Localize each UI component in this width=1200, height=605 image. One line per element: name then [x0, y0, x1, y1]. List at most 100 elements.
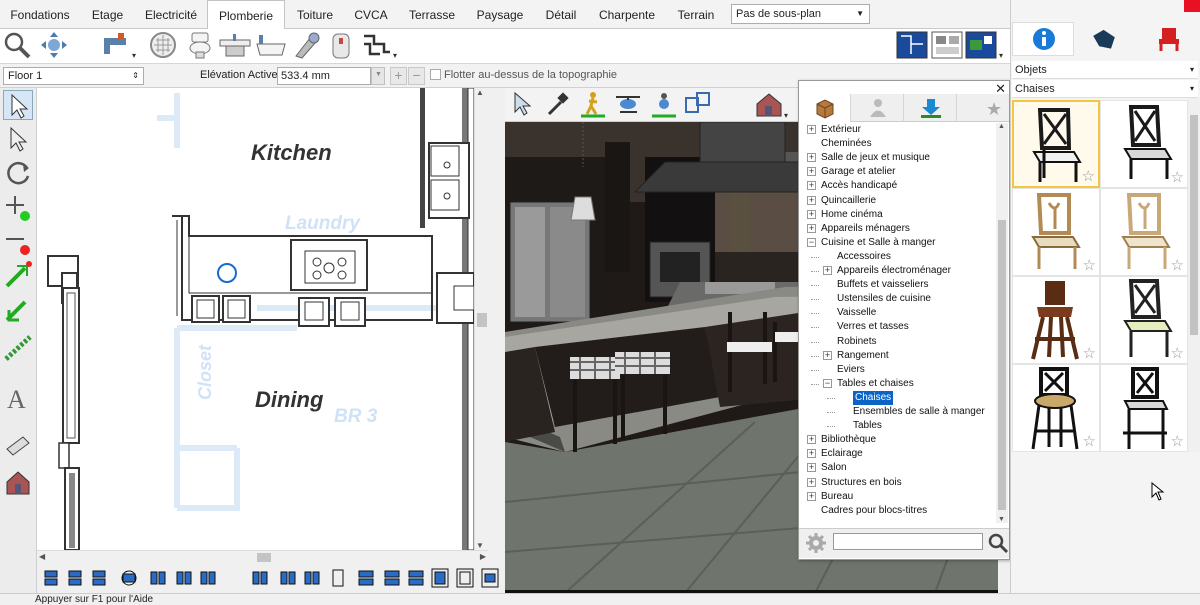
faucet-icon[interactable]: ▾	[100, 30, 140, 62]
tab-cvca[interactable]: CVCA	[345, 0, 397, 29]
house-icon[interactable]	[3, 468, 33, 498]
break-line-icon[interactable]	[3, 260, 33, 290]
object-item[interactable]: ☆	[1012, 364, 1100, 452]
pan-icon[interactable]	[38, 30, 70, 60]
object-item[interactable]: ☆	[1100, 100, 1188, 188]
tree-item[interactable]: Salon	[821, 461, 847, 475]
tree-scroll-thumb[interactable]	[998, 220, 1006, 510]
tree-expander[interactable]: +	[807, 181, 816, 191]
tree-item[interactable]: Appareils électroménager	[837, 264, 951, 278]
float-checkbox[interactable]	[430, 69, 441, 80]
tree-item[interactable]: Structures en bois	[821, 476, 902, 490]
remove-point-icon[interactable]	[3, 226, 33, 256]
select-arrow-icon[interactable]	[509, 90, 537, 118]
scroll-up-icon[interactable]: ▲	[998, 123, 1005, 130]
water-heater-icon[interactable]	[328, 30, 354, 60]
object-item[interactable]: ☆	[1012, 276, 1100, 364]
tree-item[interactable]: Robinets	[837, 335, 876, 349]
favorite-star-icon[interactable]: ☆	[1171, 258, 1184, 273]
tree-item[interactable]: Cadres pour blocs-titres	[821, 504, 927, 518]
sink-icon[interactable]	[218, 30, 252, 60]
layout-view-icon[interactable]	[930, 30, 964, 60]
favorite-star-icon[interactable]: ☆	[1083, 258, 1096, 273]
orbit-icon[interactable]	[649, 90, 679, 118]
tree-item[interactable]: Eviers	[837, 363, 865, 377]
tab-paysage[interactable]: Paysage	[467, 0, 533, 29]
tree-item[interactable]: Garage et atelier	[821, 165, 896, 179]
tree-expander[interactable]: +	[807, 209, 816, 219]
tree-item[interactable]: Cheminées	[821, 137, 872, 151]
floor-overview-icon[interactable]	[683, 90, 713, 118]
objects-select[interactable]: Objets ▾	[1012, 61, 1198, 79]
scroll-thumb[interactable]	[477, 313, 487, 327]
tab-furniture[interactable]	[1137, 22, 1199, 56]
tree-item[interactable]: Bureau	[821, 490, 853, 504]
tree-item[interactable]: Bibliothèque	[821, 433, 876, 447]
tree-item[interactable]: Appareils ménagers	[821, 222, 910, 236]
favorite-star-icon[interactable]: ☆	[1083, 346, 1096, 361]
scroll-left-icon[interactable]: ◀	[39, 552, 45, 561]
tree-expander[interactable]: +	[807, 435, 816, 445]
tab-electricite[interactable]: Electricité	[135, 0, 207, 29]
object-item[interactable]: ☆	[1012, 100, 1100, 188]
tree-expander[interactable]: +	[807, 491, 816, 501]
tree-expander[interactable]: +	[807, 153, 816, 163]
scroll-down-icon[interactable]: ▼	[998, 516, 1005, 523]
tree-item[interactable]: Tables	[853, 419, 882, 433]
floorplan-view-icon[interactable]	[895, 30, 929, 60]
tree-expander[interactable]: +	[807, 195, 816, 205]
tree-expander[interactable]: +	[807, 223, 816, 233]
tab-detail[interactable]: Détail	[533, 0, 589, 29]
object-item[interactable]: ☆	[1012, 188, 1100, 276]
tab-library-download[interactable]	[905, 94, 957, 122]
tree-expander[interactable]: +	[807, 463, 816, 473]
tab-fondations[interactable]: Fondations	[0, 0, 80, 29]
favorite-star-icon[interactable]: ☆	[1171, 170, 1184, 185]
scroll-right-icon[interactable]: ▶	[480, 552, 486, 561]
tree-expander[interactable]: +	[823, 266, 832, 275]
favorite-star-icon[interactable]: ☆	[1171, 346, 1184, 361]
tree-item[interactable]: Extérieur	[821, 123, 861, 137]
scroll-down-icon[interactable]: ▼	[476, 541, 484, 550]
camera-view-icon[interactable]: ▾	[964, 30, 1006, 60]
favorite-star-icon[interactable]: ☆	[1082, 169, 1095, 184]
minus-icon[interactable]: −	[408, 67, 425, 85]
tab-charpente[interactable]: Charpente	[589, 0, 665, 29]
favorite-star-icon[interactable]: ☆	[1083, 434, 1096, 449]
render-view-icon[interactable]: ▾	[753, 90, 793, 120]
tree-expander[interactable]: −	[807, 237, 816, 247]
tree-expander[interactable]: +	[807, 125, 816, 134]
tree-expander[interactable]: +	[807, 167, 816, 177]
tab-terrasse[interactable]: Terrasse	[397, 0, 467, 29]
helicopter-icon[interactable]	[613, 90, 643, 118]
tab-pen[interactable]	[1075, 22, 1137, 56]
favorite-star-icon[interactable]: ☆	[1171, 434, 1184, 449]
drain-icon[interactable]	[148, 30, 180, 60]
tree-expander[interactable]: −	[823, 378, 832, 388]
object-item[interactable]: ☆	[1100, 276, 1188, 364]
tab-library-favorites[interactable]: ★	[958, 94, 1010, 122]
tree-expander[interactable]: +	[823, 350, 832, 360]
tree-item[interactable]: Cuisine et Salle à manger	[821, 236, 936, 250]
tree-item[interactable]: Ustensiles de cuisine	[837, 292, 931, 306]
elevation-dropdown[interactable]: ▼	[371, 67, 385, 85]
elevation-input[interactable]: 533.4 mm	[277, 67, 371, 85]
object-grid-scroll-thumb[interactable]	[1190, 115, 1198, 335]
gear-icon[interactable]	[805, 532, 827, 554]
bathtub-icon[interactable]	[254, 30, 288, 60]
scroll-thumb[interactable]	[257, 553, 271, 562]
tape-measure-icon[interactable]	[3, 431, 33, 461]
tree-item[interactable]: Ensembles de salle à manger	[853, 405, 985, 419]
tab-etage[interactable]: Etage	[80, 0, 135, 29]
tab-terrain[interactable]: Terrain	[665, 0, 727, 29]
select-arrow-icon[interactable]	[3, 90, 33, 120]
tree-item[interactable]: Eclairage	[821, 447, 863, 461]
scroll-up-icon[interactable]: ▲	[476, 88, 484, 97]
object-item[interactable]: ☆	[1100, 364, 1188, 452]
object-item[interactable]: ☆	[1100, 188, 1188, 276]
floor-select[interactable]: Floor 1 ⇕	[3, 67, 144, 85]
tree-expander[interactable]: +	[807, 477, 816, 487]
plus-icon[interactable]: +	[390, 67, 407, 85]
pipe-icon[interactable]: ▾	[360, 30, 400, 60]
tree-item[interactable]: Salle de jeux et musique	[821, 151, 930, 165]
